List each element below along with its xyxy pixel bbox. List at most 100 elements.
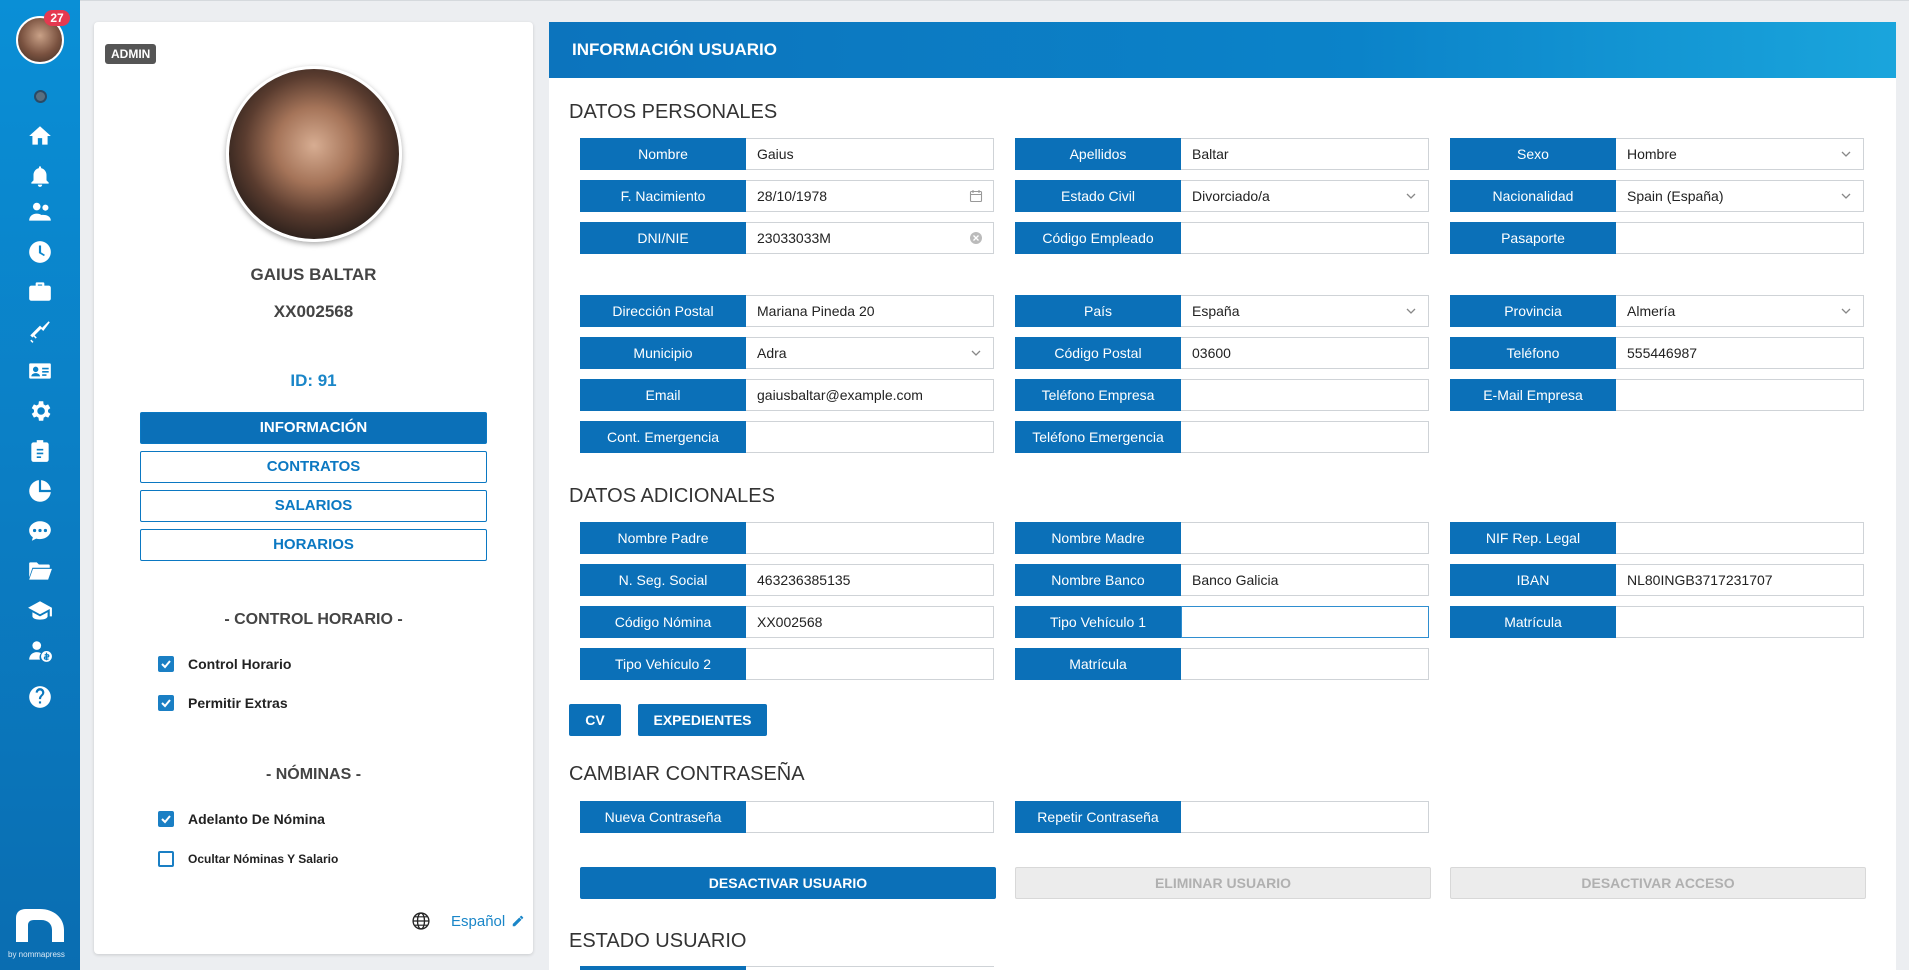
seg-social-input[interactable]: 463236385135: [746, 564, 994, 596]
home-icon[interactable]: [25, 122, 55, 150]
checkbox-checked[interactable]: [158, 656, 174, 672]
tab-informacion[interactable]: INFORMACIÓN: [140, 412, 487, 444]
tools-icon[interactable]: [25, 317, 55, 345]
repetir-contrasena-input[interactable]: [1181, 801, 1429, 833]
calendar-icon[interactable]: [969, 189, 983, 203]
graduation-cap-icon[interactable]: [25, 597, 55, 625]
estado-civil-select[interactable]: Divorciado/a: [1181, 180, 1429, 212]
control-horario-option[interactable]: Control Horario: [158, 656, 291, 672]
pasaporte-input[interactable]: [1616, 222, 1864, 254]
matricula-2-input[interactable]: [1181, 648, 1429, 680]
field-nombre-banco: Nombre Banco Banco Galicia: [1015, 564, 1429, 596]
user-code: XX002568: [273, 302, 354, 321]
direccion-input[interactable]: Mariana Pineda 20: [746, 295, 994, 327]
checkbox-checked[interactable]: [158, 695, 174, 711]
select-value: España: [1192, 303, 1240, 319]
field-label: Código Postal: [1015, 337, 1181, 369]
nif-rep-input[interactable]: [1616, 522, 1864, 554]
nombre-madre-input[interactable]: [1181, 522, 1429, 554]
chevron-down-icon: [1841, 193, 1851, 199]
cv-button[interactable]: CV: [569, 704, 621, 736]
field-apellidos: Apellidos Baltar: [1015, 138, 1429, 170]
ocultar-nominas-option[interactable]: Ocultar Nóminas Y Salario: [158, 851, 338, 867]
apellidos-input[interactable]: Baltar: [1181, 138, 1429, 170]
status-indicator[interactable]: [34, 90, 47, 103]
input-value: 23033033M: [757, 230, 831, 246]
municipio-select[interactable]: Adra: [746, 337, 994, 369]
chevron-down-icon: [1406, 193, 1416, 199]
tab-contratos[interactable]: CONTRATOS: [140, 451, 487, 483]
field-label: Nombre Madre: [1015, 522, 1181, 554]
permitir-extras-option[interactable]: Permitir Extras: [158, 695, 288, 711]
clipboard-icon[interactable]: [25, 437, 55, 465]
pie-chart-icon[interactable]: [25, 477, 55, 505]
nueva-contrasena-input[interactable]: [746, 801, 994, 833]
gear-icon[interactable]: [25, 397, 55, 425]
field-label: Cont. Emergencia: [580, 421, 746, 453]
cont-emergencia-input[interactable]: [746, 421, 994, 453]
user-money-icon[interactable]: [25, 637, 55, 665]
pencil-icon[interactable]: [511, 914, 525, 928]
nacimiento-input[interactable]: 28/10/1978: [746, 180, 994, 212]
bell-icon[interactable]: [25, 162, 55, 190]
select-value: Hombre: [1627, 146, 1677, 162]
dni-input[interactable]: 23033033M: [746, 222, 994, 254]
field-nombre: Nombre Gaius: [580, 138, 994, 170]
field-nacimiento: F. Nacimiento 28/10/1978: [580, 180, 994, 212]
id-card-icon[interactable]: [25, 357, 55, 385]
tipo-vehiculo-2-input[interactable]: [746, 648, 994, 680]
provincia-select[interactable]: Almería: [1616, 295, 1864, 327]
checkbox-unchecked[interactable]: [158, 851, 174, 867]
field-label: Nombre Padre: [580, 522, 746, 554]
sexo-select[interactable]: Hombre: [1616, 138, 1864, 170]
clock-icon[interactable]: [25, 238, 55, 266]
checkbox-label: Adelanto De Nómina: [188, 811, 325, 827]
clear-icon[interactable]: [969, 231, 983, 245]
select-value: Divorciado/a: [1192, 188, 1270, 204]
adelanto-nomina-option[interactable]: Adelanto De Nómina: [158, 811, 325, 827]
checkbox-checked[interactable]: [158, 811, 174, 827]
tab-horarios[interactable]: HORARIOS: [140, 529, 487, 561]
iban-input[interactable]: NL80INGB3717231707: [1616, 564, 1864, 596]
field-provincia: Provincia Almería: [1450, 295, 1864, 327]
matricula-1-input[interactable]: [1616, 606, 1864, 638]
user-name: GAIUS BALTAR: [250, 265, 377, 284]
telefono-input[interactable]: 555446987: [1616, 337, 1864, 369]
codigo-empleado-input[interactable]: [1181, 222, 1429, 254]
nombre-padre-input[interactable]: [746, 522, 994, 554]
briefcase-icon[interactable]: [25, 277, 55, 305]
field-label: Pasaporte: [1450, 222, 1616, 254]
telefono-empresa-input[interactable]: [1181, 379, 1429, 411]
expedientes-button[interactable]: EXPEDIENTES: [638, 704, 767, 736]
chat-icon[interactable]: [25, 517, 55, 545]
pais-select[interactable]: España: [1181, 295, 1429, 327]
field-nombre-padre: Nombre Padre: [580, 522, 994, 554]
email-empresa-input[interactable]: [1616, 379, 1864, 411]
field-label: Nacionalidad: [1450, 180, 1616, 212]
field-label: Dirección Postal: [580, 295, 746, 327]
nacionalidad-select[interactable]: Spain (España): [1616, 180, 1864, 212]
tipo-vehiculo-1-input[interactable]: [1181, 606, 1429, 638]
nombre-banco-input[interactable]: Banco Galicia: [1181, 564, 1429, 596]
nombre-input[interactable]: Gaius: [746, 138, 994, 170]
field-label: Teléfono Emergencia: [1015, 421, 1181, 453]
field-label: Código Nómina: [580, 606, 746, 638]
language-selector[interactable]: Español: [411, 911, 525, 931]
telefono-emergencia-input[interactable]: [1181, 421, 1429, 453]
desactivar-usuario-button[interactable]: DESACTIVAR USUARIO: [580, 867, 996, 899]
codigo-nomina-input[interactable]: XX002568: [746, 606, 994, 638]
eliminar-usuario-button[interactable]: ELIMINAR USUARIO: [1015, 867, 1431, 899]
desactivar-acceso-button[interactable]: DESACTIVAR ACCESO: [1450, 867, 1866, 899]
users-icon[interactable]: [25, 198, 55, 226]
folder-icon[interactable]: [25, 557, 55, 585]
field-label: N. Seg. Social: [580, 564, 746, 596]
email-input[interactable]: gaiusbaltar@example.com: [746, 379, 994, 411]
user-id: ID: 91: [290, 371, 337, 390]
tab-salarios[interactable]: SALARIOS: [140, 490, 487, 522]
profile-photo[interactable]: [226, 66, 402, 242]
select-value: Almería: [1627, 303, 1676, 319]
codigo-postal-input[interactable]: 03600: [1181, 337, 1429, 369]
field-label: NIF Rep. Legal: [1450, 522, 1616, 554]
estado-field-partial: [580, 966, 746, 970]
help-icon[interactable]: [25, 683, 55, 711]
